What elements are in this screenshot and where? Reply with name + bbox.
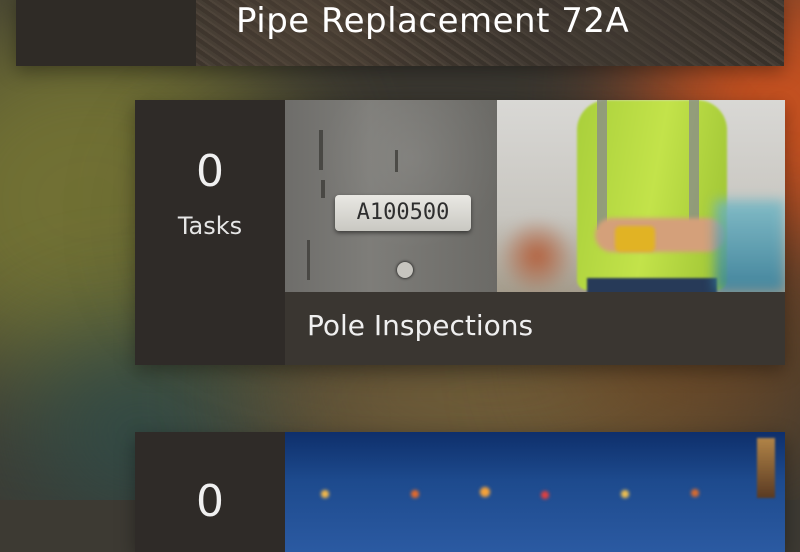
pole-id-tag: A100500 — [335, 195, 471, 231]
task-count-label: Tasks — [177, 212, 243, 240]
task-count: 0 — [196, 476, 224, 527]
project-caption-bar: Pole Inspections — [285, 292, 785, 365]
pole-mark — [321, 180, 325, 198]
project-card-pipe-replacement[interactable]: Pipe Replacement 72A — [16, 0, 784, 66]
task-count: 0 — [196, 146, 224, 197]
worker-pants — [587, 278, 717, 292]
project-title: Pole Inspections — [307, 309, 534, 342]
task-count-panel: 0 — [135, 432, 285, 552]
background-blur — [497, 220, 577, 292]
pole-mark — [307, 240, 310, 280]
project-card-city[interactable]: 0 — [135, 432, 785, 552]
project-photo — [285, 432, 785, 552]
project-card-pole-inspections[interactable]: 0 Tasks A100500 Pole Inspections — [135, 100, 785, 365]
pole-bolt — [397, 262, 413, 278]
pole-mark — [319, 130, 323, 170]
pole-photo: A100500 — [285, 100, 497, 292]
project-photo: A100500 — [285, 100, 785, 292]
project-title: Pipe Replacement 72A — [236, 1, 630, 41]
background-blur — [715, 200, 785, 292]
city-building — [757, 438, 775, 498]
pole-mark — [395, 150, 398, 172]
count-panel — [16, 0, 196, 66]
task-count-panel: 0 Tasks — [135, 100, 285, 365]
vest-strap — [689, 100, 699, 230]
handheld-device — [615, 226, 655, 252]
worker-photo — [497, 100, 785, 292]
city-lights — [285, 484, 785, 504]
vest-strap — [597, 100, 607, 230]
